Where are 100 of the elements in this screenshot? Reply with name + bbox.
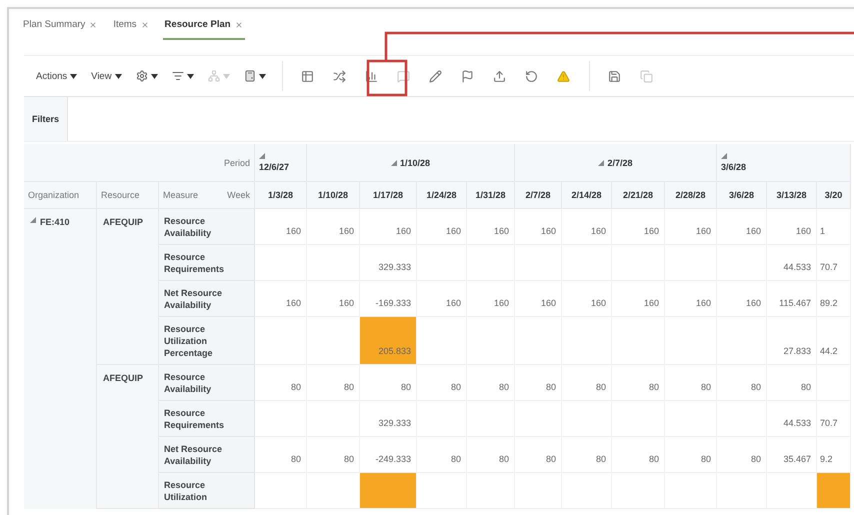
table-cell: 160	[612, 281, 665, 317]
measure-label: Net Resource Availability	[159, 437, 255, 473]
table-cell: 329.333	[360, 245, 417, 281]
measure-label: Net Resource Availability	[159, 281, 255, 317]
tab[interactable]: Resource Plan	[162, 19, 245, 40]
week-date: 2/14/28	[571, 190, 602, 200]
period-date: 1/10/28	[400, 158, 430, 168]
table-cell: 44.533	[767, 401, 817, 437]
period-date: 2/7/28	[607, 158, 633, 168]
table-cell: 80	[255, 437, 307, 473]
table-cell: 80	[612, 437, 665, 473]
table-cell: 80	[467, 437, 515, 473]
calculator-icon	[244, 70, 256, 82]
collapse-icon[interactable]	[30, 217, 36, 223]
table-cell: 160	[515, 281, 562, 317]
table-cell: 160	[255, 209, 307, 245]
table-cell: 80	[515, 365, 562, 401]
table-cell: 160	[612, 209, 665, 245]
table-cell: 35.467	[767, 437, 817, 473]
table-cell: 80	[307, 437, 360, 473]
table-cell: 329.333	[360, 401, 417, 437]
table-cell: 160	[307, 281, 360, 317]
collapse-icon[interactable]	[598, 160, 604, 166]
settings-icon	[136, 70, 148, 82]
period-label: Period	[224, 158, 250, 168]
caret-icon	[150, 74, 158, 78]
table-cell: -169.333	[360, 281, 417, 317]
close-icon[interactable]	[89, 20, 98, 28]
collapse-icon[interactable]	[721, 153, 727, 159]
table-cell: 160	[717, 281, 767, 317]
column-label: Measure	[163, 190, 198, 200]
measure-label: Resource Availability	[159, 209, 255, 245]
table-cell: 160	[562, 281, 612, 317]
table-cell: 80	[562, 437, 612, 473]
week-date: 2/7/28	[525, 190, 551, 200]
table-cell: 9.2	[817, 437, 851, 473]
week-date: 1/10/28	[318, 190, 348, 200]
week-date: 3/6/28	[728, 190, 754, 200]
close-icon[interactable]	[140, 20, 149, 28]
table-cell: 80	[717, 365, 767, 401]
filters-tab[interactable]: Filters	[24, 97, 68, 141]
measure-label: Resource Availability	[159, 365, 255, 401]
week-date: 1/3/28	[268, 190, 294, 200]
table-cell: 160	[665, 281, 717, 317]
resource-label: AFEQUIP	[103, 373, 144, 383]
menu-button[interactable]: View	[89, 68, 124, 84]
week-date: 1/24/28	[426, 190, 457, 200]
table-cell: 80	[417, 437, 467, 473]
table-cell: 80	[612, 365, 665, 401]
tab[interactable]: Plan Summary	[21, 19, 100, 40]
table-cell: 160	[360, 209, 417, 245]
caret-icon	[114, 74, 122, 78]
measure-label: Resource Requirements	[159, 245, 255, 281]
table-cell: 80	[360, 365, 417, 401]
table-cell: 160	[467, 209, 515, 245]
caret-icon	[258, 74, 266, 78]
table-cell: 80	[255, 365, 307, 401]
table-cell: 80	[665, 365, 717, 401]
column-label: Organization	[28, 190, 80, 200]
table-cell: 80	[515, 437, 562, 473]
table-cell: 80	[717, 437, 767, 473]
collapse-icon[interactable]	[390, 160, 397, 166]
organization-label: FE:410	[40, 217, 70, 227]
table-cell: 70.7	[817, 401, 851, 437]
table-cell: 80	[467, 365, 515, 401]
table-cell: 160	[255, 281, 307, 317]
network-icon	[208, 70, 220, 82]
table-cell: 160	[717, 209, 767, 245]
table-cell: 44.2	[817, 317, 851, 365]
table-cell: 115.467	[767, 281, 817, 317]
table-cell: 80	[562, 365, 612, 401]
week-date: 1/17/28	[372, 190, 404, 200]
caret-icon	[70, 74, 78, 78]
table-cell: 160	[562, 209, 612, 245]
table-cell: 160	[467, 281, 515, 317]
week-date: 1/31/28	[475, 190, 506, 200]
table-cell: 80	[417, 365, 467, 401]
table-cell: 80	[767, 365, 817, 401]
tab[interactable]: Items	[111, 19, 151, 40]
column-label: Resource	[101, 190, 140, 200]
table-cell: 1	[817, 209, 851, 245]
filter-icon	[172, 70, 184, 82]
table-cell: 160	[767, 209, 817, 245]
table-cell: 80	[307, 365, 360, 401]
table-cell: -249.333	[360, 437, 417, 473]
week-date: 2/21/28	[622, 190, 654, 200]
resource-label: AFEQUIP	[103, 217, 144, 227]
collapse-icon[interactable]	[259, 153, 265, 159]
week-date: 2/28/28	[675, 190, 706, 200]
table-cell: 44.533	[767, 245, 817, 281]
column-label: Week	[227, 190, 250, 200]
measure-label: Resource Utilization Percentage	[159, 317, 255, 365]
period-date: 3/6/28	[721, 162, 746, 172]
table-cell: 160	[515, 209, 562, 245]
table-cell: 70.7	[817, 245, 851, 281]
week-date: 3/20	[824, 190, 842, 200]
close-icon[interactable]	[234, 20, 243, 28]
period-date: 12/6/27	[259, 162, 290, 172]
menu-button[interactable]: Actions	[34, 68, 80, 84]
caret-icon	[186, 74, 194, 78]
